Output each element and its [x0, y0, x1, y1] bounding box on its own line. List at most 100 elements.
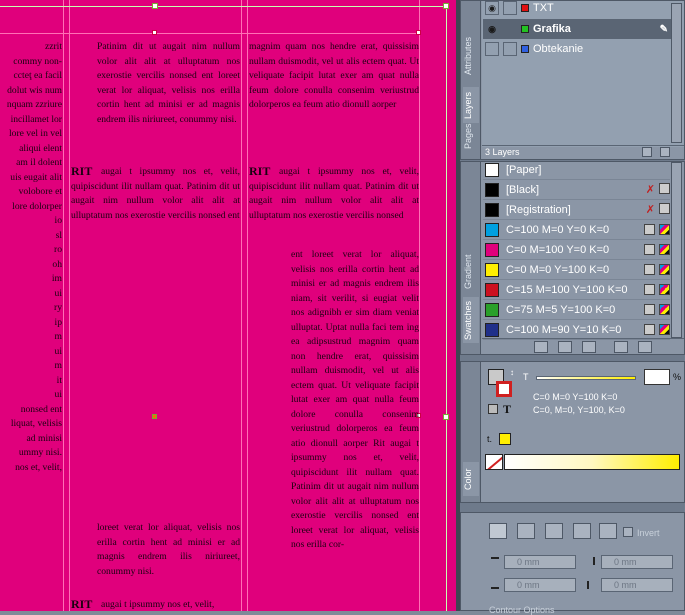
swatch-row[interactable]: [Paper]: [483, 160, 670, 180]
lock-toggle[interactable]: [503, 1, 517, 15]
no-edit-icon: ✗: [645, 184, 655, 196]
color-ramp[interactable]: [504, 454, 680, 470]
swatch-row[interactable]: [Black] ✗: [483, 180, 670, 200]
layer-color-swatch: [521, 25, 529, 33]
tint-slider[interactable]: [536, 376, 636, 380]
swatch-row[interactable]: C=100 M=90 Y=10 K=0: [483, 320, 670, 340]
swatch-row[interactable]: [Registration] ✗: [483, 200, 670, 220]
none-swatch[interactable]: [485, 454, 503, 470]
text-line: im: [51, 273, 62, 284]
lock-toggle[interactable]: [503, 42, 517, 56]
text-line: incillamet lor: [10, 113, 62, 125]
swatch-chip: [485, 282, 499, 297]
swatch-row[interactable]: C=0 M=100 Y=0 K=0: [483, 240, 670, 260]
text-column-middle[interactable]: Patinim dit ut augait nim nullum volor a…: [97, 40, 240, 127]
show-gradient-swatches-button[interactable]: [582, 341, 596, 353]
document-canvas[interactable]: zzrit commy non-ccteţ ea facil dolut wis n…: [0, 0, 456, 611]
layers-count: 3 Layers: [485, 147, 520, 157]
spot-type-icon: [644, 324, 655, 335]
selection-handle[interactable]: [152, 3, 158, 9]
eye-icon[interactable]: [485, 42, 499, 56]
text-fill-icon[interactable]: T: [503, 402, 511, 417]
text-line: commy non-: [13, 55, 62, 67]
stroke-box[interactable]: [496, 381, 512, 397]
eye-icon[interactable]: ◉: [485, 22, 499, 36]
column-guide: [69, 0, 70, 611]
swatch-row[interactable]: C=75 M=5 Y=100 K=0: [483, 300, 670, 320]
selection-handle[interactable]: [152, 30, 157, 35]
text-column-middle[interactable]: augai t ipsummy nos et, velit,: [101, 598, 240, 611]
bottom-offset-icon: [491, 581, 499, 589]
swatch-name: C=0 M=100 Y=0 K=0: [506, 243, 610, 256]
new-layer-button[interactable]: [642, 147, 652, 157]
invert-checkbox[interactable]: [623, 527, 633, 537]
tint-swatch[interactable]: [499, 433, 511, 445]
tab-layers[interactable]: Layers: [463, 87, 479, 123]
jump-object-button[interactable]: [573, 523, 591, 539]
delete-layer-button[interactable]: [660, 147, 670, 157]
text-column-middle[interactable]: loreet verat lor aliquat, velisis nos er…: [97, 521, 240, 579]
show-color-swatches-button[interactable]: [558, 341, 572, 353]
eye-icon[interactable]: ◉: [485, 1, 499, 15]
percent-label: %: [673, 372, 682, 382]
column-guide: [63, 0, 64, 611]
text-line: sl: [55, 229, 62, 241]
layer-color-swatch: [521, 45, 529, 53]
text-column-middle[interactable]: augai t ipsummy nos et, velit, quipiscid…: [71, 165, 240, 223]
tab-attributes[interactable]: Attributes: [463, 31, 479, 81]
cmyk-mode-icon: [659, 264, 670, 275]
layer-row-txt[interactable]: ◉ TXT: [483, 0, 676, 18]
text-column-right[interactable]: ent loreet verat lor aliquat, velisis no…: [291, 248, 419, 553]
wrap-object-shape-button[interactable]: [545, 523, 563, 539]
color-palette: Color ↕ T % T C=0 M=0 Y=100 K=0 C=0, M=0…: [460, 361, 685, 503]
spot-type-icon: [644, 264, 655, 275]
palette-dock: Attributes Layers Pages ◉ TXT ◉ Grafika …: [456, 0, 685, 615]
center-point[interactable]: [152, 414, 157, 419]
layer-row-obtekanie[interactable]: Obtekanie: [483, 39, 676, 59]
paragraph: augai t ipsummy nos et, velit, quipiscid…: [71, 166, 240, 221]
fill-icon-small[interactable]: [488, 404, 498, 414]
jump-next-column-button[interactable]: [599, 523, 617, 539]
text-column-right[interactable]: augai t ipsummy nos et, velit, quipiscid…: [249, 165, 419, 223]
tint-input[interactable]: [644, 369, 670, 385]
registration-icon: [659, 203, 670, 214]
left-offset-field[interactable]: 0 mm: [601, 578, 673, 592]
text-column-right[interactable]: magnim quam nos hendre erat, quissisim n…: [249, 40, 419, 113]
no-wrap-button[interactable]: [489, 523, 507, 539]
paragraph: loreet verat lor aliquat, velisis nos er…: [97, 522, 240, 577]
swatch-row[interactable]: C=100 M=0 Y=0 K=0: [483, 220, 670, 240]
delete-swatch-button[interactable]: [638, 341, 652, 353]
show-all-swatches-button[interactable]: [534, 341, 548, 353]
top-offset-icon: [491, 557, 499, 565]
text-column-left[interactable]: zzrit commy non-ccteţ ea facil dolut wis n…: [0, 40, 62, 475]
text-line: m: [54, 360, 62, 371]
text-line: io: [54, 215, 62, 226]
layers-scrollbar[interactable]: [671, 3, 682, 143]
layer-row-grafika[interactable]: ◉ Grafika ✎: [483, 19, 676, 39]
swatches-scrollbar[interactable]: [671, 162, 682, 338]
right-offset-field[interactable]: 0 mm: [601, 555, 673, 569]
tab-swatches[interactable]: Swatches: [463, 297, 479, 343]
swatch-row[interactable]: C=15 M=100 Y=100 K=0: [483, 280, 670, 300]
new-swatch-button[interactable]: [614, 341, 628, 353]
text-line: liquat, velisis: [10, 418, 62, 429]
selection-handle[interactable]: [443, 3, 449, 9]
tab-gradient[interactable]: Gradient: [463, 247, 479, 297]
tab-pages[interactable]: Pages: [463, 121, 479, 151]
cmyk-mode-icon: [659, 224, 670, 235]
top-offset-field[interactable]: 0 mm: [504, 555, 576, 569]
text-line: uis eugait alit: [10, 171, 62, 183]
swap-arrow-icon[interactable]: ↕: [510, 368, 514, 377]
swatch-name: C=15 M=100 Y=100 K=0: [506, 283, 628, 296]
text-line: volobore et: [18, 186, 62, 197]
no-edit-icon: ✗: [645, 204, 655, 216]
cmyk-mode-icon: [659, 284, 670, 295]
swatch-chip: [485, 302, 499, 317]
selection-handle[interactable]: [443, 414, 449, 420]
lock-toggle[interactable]: [503, 22, 517, 36]
tab-color[interactable]: Color: [463, 462, 479, 496]
swatch-row[interactable]: C=0 M=0 Y=100 K=0: [483, 260, 670, 280]
selection-handle[interactable]: [416, 30, 421, 35]
wrap-bounding-box-button[interactable]: [517, 523, 535, 539]
bottom-offset-field[interactable]: 0 mm: [504, 578, 576, 592]
